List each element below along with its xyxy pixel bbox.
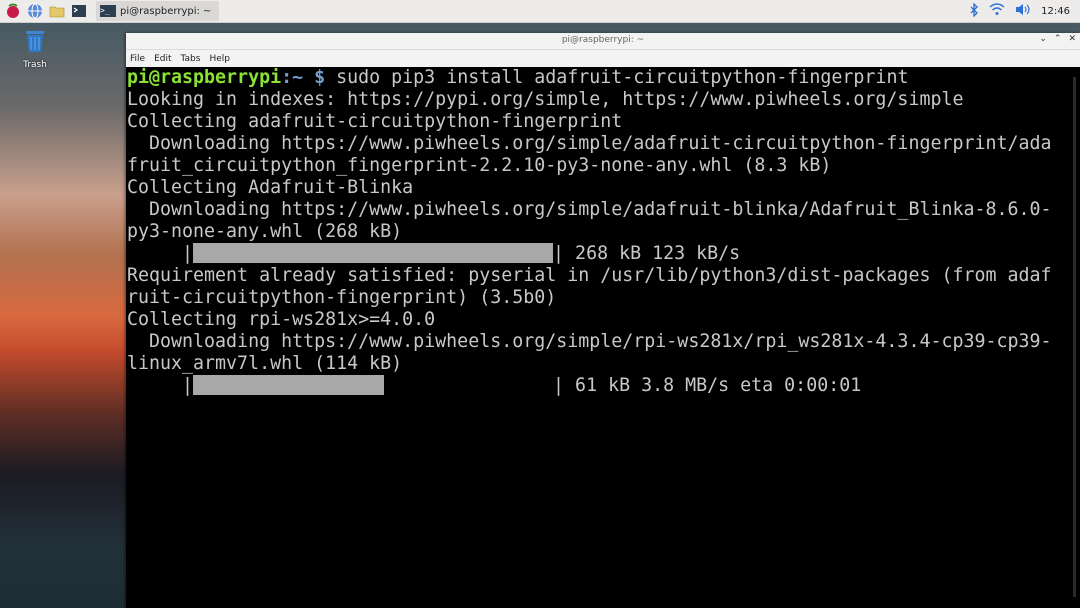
menu-edit[interactable]: Edit [154, 54, 171, 64]
clock[interactable]: 12:46 [1041, 6, 1070, 17]
taskbar: >_ pi@raspberrypi: ~ 12:46 [0, 0, 1080, 23]
trash-icon [26, 31, 44, 52]
volume-icon[interactable] [1015, 3, 1031, 19]
progress-bar-fill [193, 375, 384, 395]
trash-desktop-item[interactable]: Trash [14, 28, 56, 70]
terminal-scrollbar[interactable] [1070, 67, 1080, 608]
prompt-dir: :~ [281, 67, 304, 88]
taskbar-window-button[interactable]: >_ pi@raspberrypi: ~ [96, 1, 220, 21]
system-tray: 12:46 [969, 0, 1070, 22]
close-icon[interactable]: ✕ [1068, 34, 1076, 44]
progress-bar-fill [193, 243, 554, 263]
prompt-user: pi@raspberrypi [127, 67, 282, 88]
web-browser-icon[interactable] [26, 2, 44, 20]
file-manager-icon[interactable] [48, 2, 66, 20]
progress-bar [193, 375, 553, 395]
menu-help[interactable]: Help [209, 54, 230, 64]
window-title: pi@raspberrypi: ~ [561, 35, 645, 45]
terminal-output[interactable]: pi@raspberrypi:~ $ sudo pip3 install ada… [126, 67, 1070, 608]
output-line: Downloading https://www.piwheels.org/sim… [127, 133, 1052, 154]
command-line: pi@raspberrypi:~ $ sudo pip3 install ada… [127, 67, 1070, 89]
maximize-icon[interactable]: ⌃ [1054, 34, 1062, 44]
output-line: py3-none-any.whl (268 kB) [127, 221, 403, 242]
bluetooth-icon[interactable] [969, 1, 979, 20]
output-line: Collecting adafruit-circuitpython-finger… [127, 111, 623, 132]
terminal-window: pi@raspberrypi: ~ ⌄ ⌃ ✕ File Edit Tabs H… [126, 33, 1080, 608]
raspberry-menu-icon[interactable] [4, 2, 22, 20]
menu-tabs[interactable]: Tabs [181, 54, 201, 64]
taskbar-window-title: pi@raspberrypi: ~ [120, 5, 212, 17]
wifi-icon[interactable] [989, 3, 1005, 19]
progress-suffix: | 268 kB 123 kB/s [553, 243, 741, 264]
output-line: Downloading https://www.piwheels.org/sim… [127, 199, 1052, 220]
progress-line: | | 268 kB 123 kB/s [127, 243, 1070, 265]
menu-file[interactable]: File [130, 54, 145, 64]
progress-prefix: | [127, 375, 194, 396]
terminal-launcher-icon[interactable] [70, 2, 88, 20]
output-line: Downloading https://www.piwheels.org/sim… [127, 331, 1052, 352]
output-line: fruit_circuitpython_fingerprint-2.2.10-p… [127, 155, 832, 176]
output-line: linux_armv7l.whl (114 kB) [127, 353, 403, 374]
trash-label: Trash [23, 60, 47, 70]
scrollbar-thumb[interactable] [1073, 77, 1076, 597]
output-line: Requirement already satisfied: pyserial … [127, 265, 1052, 286]
window-titlebar[interactable]: pi@raspberrypi: ~ ⌄ ⌃ ✕ [126, 33, 1080, 50]
minimize-icon[interactable]: ⌄ [1039, 34, 1047, 44]
output-line: Looking in indexes: https://pypi.org/sim… [127, 89, 964, 110]
progress-prefix: | [127, 243, 194, 264]
progress-suffix: | 61 kB 3.8 MB/s eta 0:00:01 [553, 375, 862, 396]
output-line: Collecting Adafruit-Blinka [127, 177, 414, 198]
output-line: ruit-circuitpython-fingerprint) (3.5b0) [127, 287, 557, 308]
command-text: sudo pip3 install adafruit-circuitpython… [325, 67, 909, 88]
progress-bar [193, 243, 554, 263]
prompt-symbol: $ [303, 67, 326, 88]
menu-bar: File Edit Tabs Help [126, 50, 1080, 67]
progress-line: | | 61 kB 3.8 MB/s eta 0:00:01 [127, 375, 1070, 397]
output-line: Collecting rpi-ws281x>=4.0.0 [127, 309, 436, 330]
terminal-icon: >_ [100, 5, 116, 17]
